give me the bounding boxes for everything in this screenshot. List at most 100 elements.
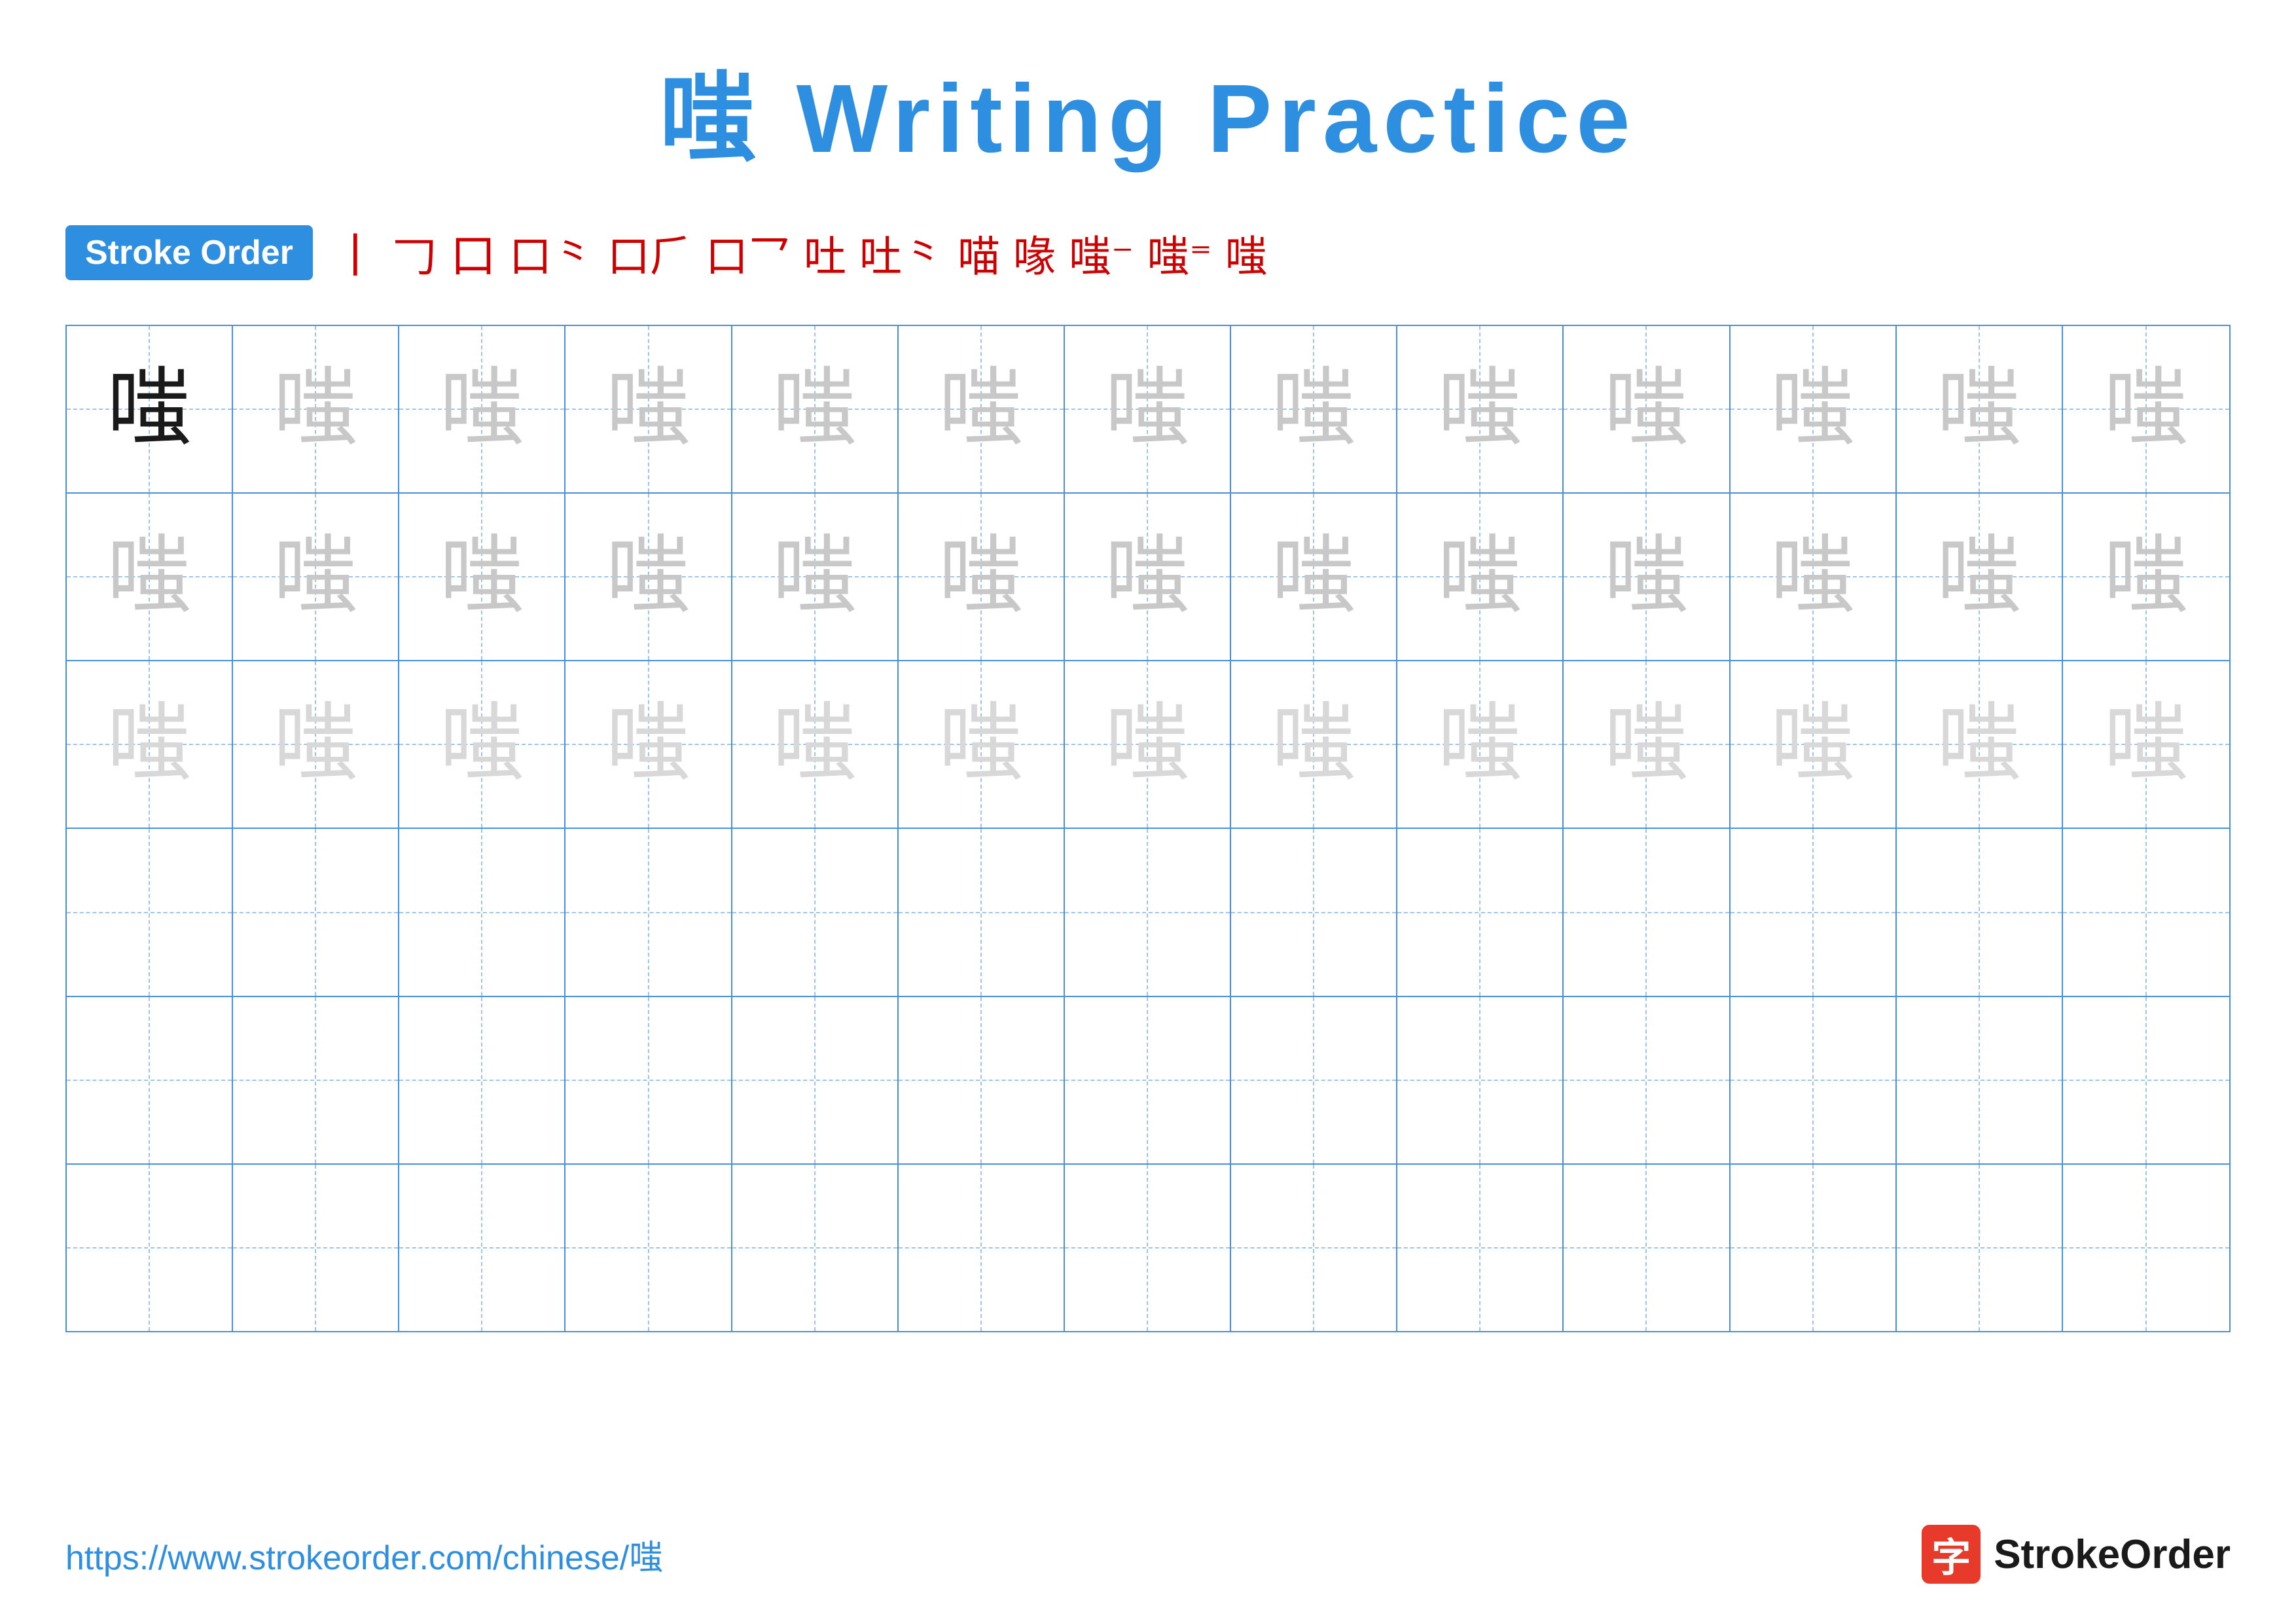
stroke-5: 口⺁ — [607, 222, 692, 283]
grid-row-3: 嗤 嗤 嗤 嗤 嗤 嗤 嗤 嗤 嗤 — [67, 661, 2229, 829]
stroke-1: 丨 — [332, 219, 378, 285]
grid-cell-3-13: 嗤 — [2063, 661, 2229, 828]
grid-cell-1-2: 嗤 — [233, 326, 399, 492]
grid-cell-3-7: 嗤 — [1065, 661, 1231, 828]
grid-cell-3-3: 嗤 — [399, 661, 565, 828]
grid-cell-5-6[interactable] — [899, 997, 1065, 1163]
grid-cell-3-6: 嗤 — [899, 661, 1065, 828]
grid-cell-4-8[interactable] — [1231, 829, 1397, 995]
grid-cell-2-10: 嗤 — [1564, 494, 1730, 660]
grid-cell-5-5[interactable] — [732, 997, 899, 1163]
grid-cell-3-1: 嗤 — [67, 661, 233, 828]
grid-cell-6-6[interactable] — [899, 1165, 1065, 1331]
grid-cell-4-10[interactable] — [1564, 829, 1730, 995]
char-lighter: 嗤 — [2104, 702, 2189, 787]
grid-cell-5-2[interactable] — [233, 997, 399, 1163]
char-gray: 嗤 — [772, 534, 857, 619]
grid-cell-3-8: 嗤 — [1231, 661, 1397, 828]
grid-cell-4-6[interactable] — [899, 829, 1065, 995]
char-light: 嗤 — [939, 367, 1024, 452]
grid-cell-2-9: 嗤 — [1397, 494, 1564, 660]
char-lighter: 嗤 — [107, 702, 192, 787]
grid-cell-1-13: 嗤 — [2063, 326, 2229, 492]
char-light: 嗤 — [1271, 367, 1356, 452]
grid-cell-4-12[interactable] — [1897, 829, 2063, 995]
grid-cell-4-11[interactable] — [1731, 829, 1897, 995]
grid-cell-5-12[interactable] — [1897, 997, 2063, 1163]
char-light: 嗤 — [1437, 367, 1522, 452]
logo-text: StrokeOrder — [1994, 1531, 2231, 1578]
grid-cell-5-13[interactable] — [2063, 997, 2229, 1163]
grid-cell-6-10[interactable] — [1564, 1165, 1730, 1331]
grid-cell-6-2[interactable] — [233, 1165, 399, 1331]
stroke-12: 嗤⁼ — [1147, 222, 1211, 283]
grid-cell-4-7[interactable] — [1065, 829, 1231, 995]
char-light: 嗤 — [439, 367, 524, 452]
grid-cell-6-9[interactable] — [1397, 1165, 1564, 1331]
grid-cell-4-2[interactable] — [233, 829, 399, 995]
char-gray: 嗤 — [1105, 534, 1190, 619]
grid-cell-3-12: 嗤 — [1897, 661, 2063, 828]
grid-cell-2-4: 嗤 — [565, 494, 732, 660]
grid-cell-6-8[interactable] — [1231, 1165, 1397, 1331]
grid-cell-4-13[interactable] — [2063, 829, 2229, 995]
char-gray: 嗤 — [1604, 534, 1689, 619]
grid-cell-4-1[interactable] — [67, 829, 233, 995]
grid-cell-1-9: 嗤 — [1397, 326, 1564, 492]
char-gray: 嗤 — [2104, 534, 2189, 619]
stroke-7: 吐 — [804, 222, 846, 283]
grid-cell-6-5[interactable] — [732, 1165, 899, 1331]
grid-cell-5-8[interactable] — [1231, 997, 1397, 1163]
grid-cell-1-3: 嗤 — [399, 326, 565, 492]
stroke-9: 喵 — [958, 222, 1000, 283]
char-light: 嗤 — [273, 367, 358, 452]
grid-cell-2-1: 嗤 — [67, 494, 233, 660]
stroke-order-row: Stroke Order 丨 𠃌 口 口⺀ 口⺁ 口⺂ 吐 吐⺀ 喵 喙 嗤⁻ … — [65, 219, 2231, 285]
grid-cell-6-4[interactable] — [565, 1165, 732, 1331]
grid-cell-5-7[interactable] — [1065, 997, 1231, 1163]
stroke-sequence: 丨 𠃌 口 口⺀ 口⺁ 口⺂ 吐 吐⺀ 喵 喙 嗤⁻ 嗤⁼ 嗤 — [332, 219, 1268, 285]
stroke-8: 吐⺀ — [859, 222, 944, 283]
grid-cell-4-3[interactable] — [399, 829, 565, 995]
grid-cell-1-11: 嗤 — [1731, 326, 1897, 492]
char-lighter: 嗤 — [939, 702, 1024, 787]
grid-cell-5-1[interactable] — [67, 997, 233, 1163]
grid-cell-6-13[interactable] — [2063, 1165, 2229, 1331]
grid-row-2: 嗤 嗤 嗤 嗤 嗤 嗤 嗤 嗤 嗤 — [67, 494, 2229, 661]
grid-cell-1-10: 嗤 — [1564, 326, 1730, 492]
char-gray: 嗤 — [606, 534, 691, 619]
grid-cell-3-9: 嗤 — [1397, 661, 1564, 828]
char-gray: 嗤 — [1937, 534, 2022, 619]
grid-cell-2-3: 嗤 — [399, 494, 565, 660]
grid-cell-6-3[interactable] — [399, 1165, 565, 1331]
grid-cell-4-5[interactable] — [732, 829, 899, 995]
char-lighter: 嗤 — [1437, 702, 1522, 787]
grid-cell-5-9[interactable] — [1397, 997, 1564, 1163]
stroke-13: 嗤 — [1225, 222, 1268, 283]
char-lighter: 嗤 — [1770, 702, 1856, 787]
grid-cell-5-4[interactable] — [565, 997, 732, 1163]
grid-cell-6-1[interactable] — [67, 1165, 233, 1331]
grid-cell-5-11[interactable] — [1731, 997, 1897, 1163]
char-light: 嗤 — [2104, 367, 2189, 452]
char-gray: 嗤 — [273, 534, 358, 619]
grid-cell-6-7[interactable] — [1065, 1165, 1231, 1331]
grid-cell-2-5: 嗤 — [732, 494, 899, 660]
practice-grid: 嗤 嗤 嗤 嗤 嗤 嗤 嗤 嗤 嗤 — [65, 325, 2231, 1332]
grid-cell-5-10[interactable] — [1564, 997, 1730, 1163]
char-light: 嗤 — [772, 367, 857, 452]
grid-cell-4-9[interactable] — [1397, 829, 1564, 995]
grid-cell-4-4[interactable] — [565, 829, 732, 995]
grid-cell-2-11: 嗤 — [1731, 494, 1897, 660]
char-gray: 嗤 — [1271, 534, 1356, 619]
char-light: 嗤 — [1604, 367, 1689, 452]
grid-row-6 — [67, 1165, 2229, 1331]
grid-cell-6-12[interactable] — [1897, 1165, 2063, 1331]
footer-url[interactable]: https://www.strokeorder.com/chinese/嗤 — [65, 1530, 663, 1579]
grid-cell-2-8: 嗤 — [1231, 494, 1397, 660]
grid-cell-6-11[interactable] — [1731, 1165, 1897, 1331]
grid-cell-5-3[interactable] — [399, 997, 565, 1163]
grid-cell-1-1: 嗤 — [67, 326, 233, 492]
stroke-order-badge: Stroke Order — [65, 225, 313, 280]
char-light: 嗤 — [1105, 367, 1190, 452]
